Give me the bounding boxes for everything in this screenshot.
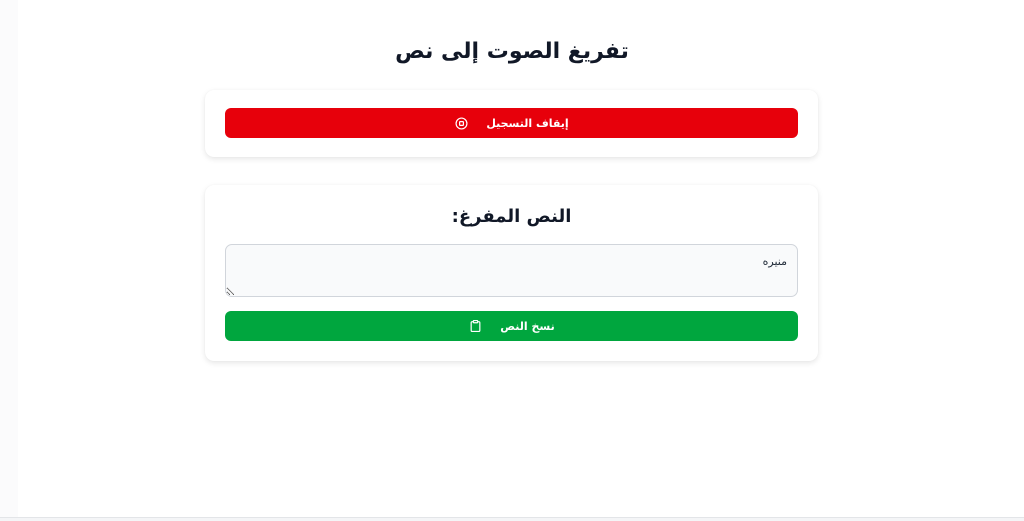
copy-text-label: نسخ النص <box>500 319 555 333</box>
transcript-textarea[interactable]: منيره <box>225 244 798 297</box>
stop-circle-icon <box>454 116 468 130</box>
stop-recording-label: إيقاف التسجيل <box>486 116 569 130</box>
copy-text-button[interactable]: نسخ النص <box>225 311 798 341</box>
page-title: تفريغ الصوت إلى نص <box>395 39 629 64</box>
transcription-card: :النص المفرغ منيره نسخ النص <box>205 185 818 361</box>
recording-card: إيقاف التسجيل <box>205 90 818 157</box>
transcription-heading: :النص المفرغ <box>451 206 572 227</box>
stop-recording-button[interactable]: إيقاف التسجيل <box>225 108 798 138</box>
app-page: تفريغ الصوت إلى نص إيقاف التسجيل :النص ا… <box>0 0 1024 518</box>
side-shade <box>0 0 18 517</box>
clipboard-icon <box>468 319 482 333</box>
